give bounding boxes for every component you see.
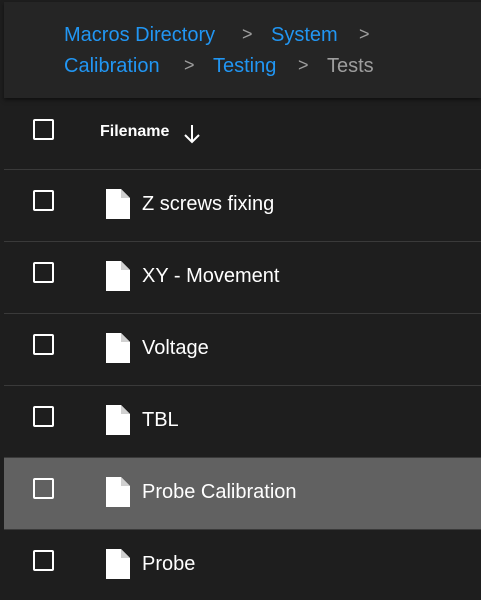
file-table: Filename Z screws fixing XY - Movement V…	[4, 98, 481, 600]
file-name: Z screws fixing	[142, 193, 275, 215]
file-name: Probe Calibration	[142, 481, 297, 503]
macros-page: Macros Directory > System > Calibration …	[0, 0, 481, 600]
file-icon	[106, 477, 130, 507]
select-all-checkbox[interactable]	[33, 119, 54, 140]
breadcrumb: Macros Directory > System > Calibration …	[4, 2, 481, 98]
table-row[interactable]: Z screws fixing	[4, 170, 481, 242]
file-name: TBL	[142, 409, 179, 431]
file-name: Voltage	[142, 337, 209, 359]
table-row[interactable]: TBL	[4, 386, 481, 458]
table-row[interactable]: XY - Movement	[4, 242, 481, 314]
breadcrumb-separator: >	[298, 55, 309, 75]
table-header: Filename	[4, 98, 481, 170]
filename-column-header[interactable]: Filename	[100, 122, 169, 142]
row-checkbox[interactable]	[33, 550, 54, 571]
row-checkbox[interactable]	[33, 334, 54, 355]
file-icon	[106, 405, 130, 435]
breadcrumb-item-macros-directory[interactable]: Macros Directory	[64, 23, 215, 47]
file-name: XY - Movement	[142, 265, 280, 287]
row-checkbox[interactable]	[33, 262, 54, 283]
table-row[interactable]: Voltage	[4, 314, 481, 386]
breadcrumb-separator: >	[242, 24, 253, 44]
file-name: Probe	[142, 553, 196, 575]
arrow-down-icon[interactable]	[182, 123, 202, 145]
breadcrumb-item-system[interactable]: System	[271, 23, 338, 47]
row-checkbox[interactable]	[33, 406, 54, 427]
breadcrumb-separator: >	[359, 24, 370, 44]
breadcrumb-item-calibration[interactable]: Calibration	[64, 54, 160, 78]
table-row[interactable]: Probe	[4, 530, 481, 600]
file-icon	[106, 261, 130, 291]
breadcrumb-separator: >	[184, 55, 195, 75]
file-icon	[106, 333, 130, 363]
row-checkbox[interactable]	[33, 190, 54, 211]
table-row-highlighted[interactable]: Probe Calibration	[4, 458, 481, 530]
breadcrumb-item-tests: Tests	[327, 55, 374, 77]
file-icon	[106, 549, 130, 579]
row-checkbox[interactable]	[33, 478, 54, 499]
breadcrumb-item-testing[interactable]: Testing	[213, 54, 276, 78]
file-icon	[106, 189, 130, 219]
